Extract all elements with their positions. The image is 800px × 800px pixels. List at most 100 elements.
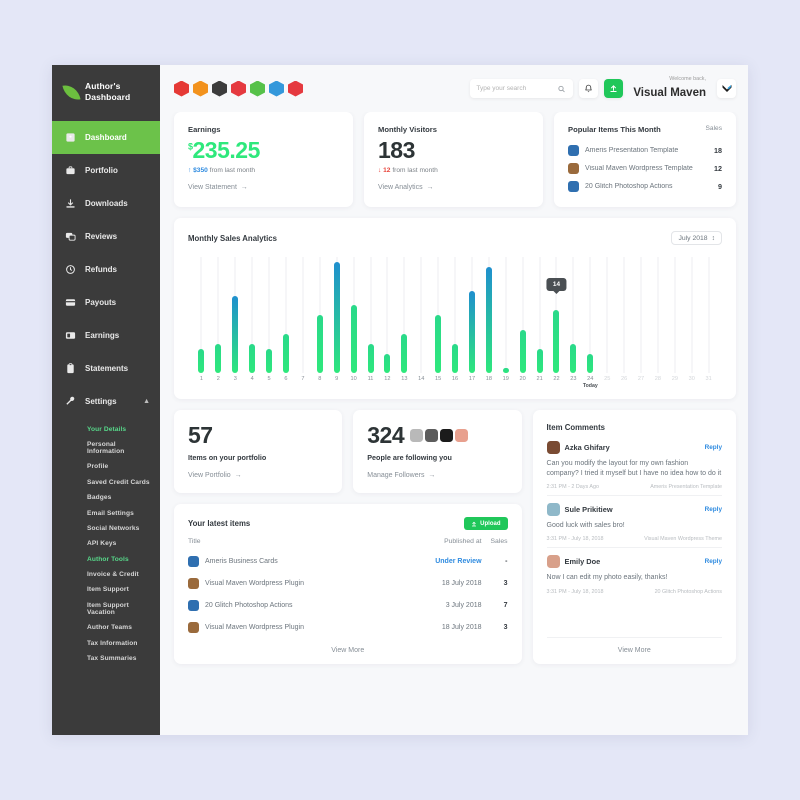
popular-item-row[interactable]: 20 Glitch Photoshop Actions 9 (568, 177, 722, 195)
sidebar-item-earnings[interactable]: Earnings (52, 319, 160, 352)
submenu-item-profile[interactable]: Profile (52, 459, 160, 474)
submenu-item-tax-information[interactable]: Tax Information (52, 635, 160, 650)
chart-column[interactable] (616, 257, 633, 373)
chart-column[interactable] (261, 257, 278, 373)
sidebar-item-downloads[interactable]: Downloads (52, 187, 160, 220)
submenu-item-api-keys[interactable]: API Keys (52, 536, 160, 551)
latest-view-more[interactable]: View More (188, 638, 508, 654)
sidebar-item-payouts[interactable]: Payouts (52, 286, 160, 319)
period-selector[interactable]: July 2018 ↕ (671, 231, 722, 245)
manage-followers-link[interactable]: Manage Followers → (367, 472, 507, 479)
brand-line2: Dashboard (85, 92, 131, 103)
chart-title: Monthly Sales Analytics (188, 233, 277, 243)
submenu-item-item-support-vacation[interactable]: Item Support Vacation (52, 598, 160, 620)
chart-column[interactable] (210, 257, 227, 373)
sidebar-item-reviews[interactable]: Reviews (52, 220, 160, 253)
chart-column[interactable] (633, 257, 650, 373)
badge-package[interactable] (250, 80, 265, 97)
chart-column[interactable]: 14 (546, 257, 567, 373)
comments-view-more[interactable]: View More (546, 637, 722, 654)
chart-column[interactable] (683, 257, 700, 373)
chart-column[interactable] (278, 257, 295, 373)
col-published: Published at (444, 538, 482, 546)
brand-logo: Author's Dashboard (52, 65, 160, 121)
submenu-item-tax-summaries[interactable]: Tax Summaries (52, 651, 160, 666)
chart-column[interactable] (413, 257, 430, 373)
badge-bolt[interactable] (269, 80, 284, 97)
chart-column[interactable] (311, 257, 328, 373)
chart-column[interactable] (244, 257, 261, 373)
badge-award[interactable] (231, 80, 246, 97)
submenu-item-invoice-credit[interactable]: Invoice & Credit (52, 567, 160, 582)
submenu-item-personal-information[interactable]: Personal Information (52, 437, 160, 459)
chart-column[interactable] (362, 257, 379, 373)
item-thumbnail (188, 599, 199, 611)
reply-button[interactable]: Reply (705, 558, 722, 565)
table-row[interactable]: Visual Maven Wordpress Plugin 18 July 201… (188, 572, 508, 594)
badge-link[interactable] (212, 80, 227, 97)
chart-column[interactable] (294, 257, 311, 373)
sidebar-item-portfolio[interactable]: Portfolio (52, 154, 160, 187)
chart-column[interactable] (531, 257, 548, 373)
sidebar-item-statements[interactable]: Statements (52, 352, 160, 385)
search-input[interactable] (476, 85, 553, 92)
submenu-item-author-teams[interactable]: Author Teams (52, 620, 160, 635)
sidebar-item-dashboard[interactable]: Dashboard (52, 121, 160, 155)
item-published[interactable]: Under Review (424, 558, 481, 565)
grid-line (302, 257, 304, 373)
view-statement-link[interactable]: View Statement → (188, 184, 339, 191)
popular-item-row[interactable]: Ameris Presentation Template 18 (568, 141, 722, 159)
badge-star[interactable] (288, 80, 303, 97)
submenu-item-author-tools[interactable]: Author Tools (52, 551, 160, 566)
chart-column[interactable] (480, 257, 497, 373)
comment-meta: 2:31 PM - 2 Days Ago Ameris Presentation … (547, 484, 722, 490)
chart-column[interactable] (649, 257, 666, 373)
chart-column[interactable] (464, 257, 481, 373)
badge-bitcoin[interactable] (193, 80, 208, 97)
avatar[interactable] (717, 79, 736, 98)
chart-column[interactable] (497, 257, 514, 373)
chart-column[interactable] (599, 257, 616, 373)
upload-button[interactable] (604, 79, 624, 98)
chart-column[interactable] (379, 257, 396, 373)
table-row[interactable]: Ameris Business Cards Under Review - (188, 550, 508, 572)
badge-indonesia[interactable] (174, 80, 189, 97)
table-row[interactable]: Visual Maven Wordpress Plugin 18 July 201… (188, 616, 508, 638)
submenu-item-item-support[interactable]: Item Support (52, 582, 160, 597)
grid-line (640, 257, 642, 373)
sidebar-item-settings[interactable]: Settings ▲ (52, 385, 160, 418)
view-analytics-link[interactable]: View Analytics → (378, 184, 529, 191)
notifications-button[interactable] (579, 79, 599, 98)
chart-column[interactable] (396, 257, 413, 373)
reply-button[interactable]: Reply (705, 506, 722, 513)
comment-header: Sule Prikitiew Reply (546, 503, 722, 517)
submenu-item-saved-credit-cards[interactable]: Saved Credit Cards (52, 475, 160, 490)
chart-column[interactable] (514, 257, 531, 373)
submenu-item-social-networks[interactable]: Social Networks (52, 521, 160, 536)
chart-column[interactable] (328, 257, 345, 373)
sidebar-item-refunds[interactable]: Refunds (52, 253, 160, 286)
popular-item-row[interactable]: Visual Maven Wordpress Template 12 (568, 159, 722, 177)
upload-item-button[interactable]: Upload (464, 517, 508, 531)
view-portfolio-link[interactable]: View Portfolio → (188, 472, 328, 479)
x-tick-label: 20 (519, 376, 526, 382)
reply-button[interactable]: Reply (705, 444, 722, 451)
chart-column[interactable] (227, 257, 244, 373)
x-tick-label: 4 (250, 376, 254, 382)
search-box[interactable] (470, 79, 574, 98)
chart-column[interactable] (582, 257, 599, 373)
chart-bar (536, 348, 543, 373)
chart-column[interactable] (193, 257, 210, 373)
table-row[interactable]: 20 Glitch Photoshop Actions 3 July 2018 7 (188, 594, 508, 616)
submenu-item-email-settings[interactable]: Email Settings (52, 505, 160, 520)
submenu-item-badges[interactable]: Badges (52, 490, 160, 505)
chart-column[interactable] (700, 257, 717, 373)
comment-item: Emily Doe Reply Now I can edit my photo ea… (546, 555, 722, 595)
follower-avatar (425, 428, 439, 442)
submenu-item-your-details[interactable]: Your Details (52, 421, 160, 436)
chart-column[interactable] (345, 257, 362, 373)
chart-column[interactable] (447, 257, 464, 373)
chart-column[interactable] (565, 257, 582, 373)
chart-column[interactable] (430, 257, 447, 373)
chart-column[interactable] (666, 257, 683, 373)
